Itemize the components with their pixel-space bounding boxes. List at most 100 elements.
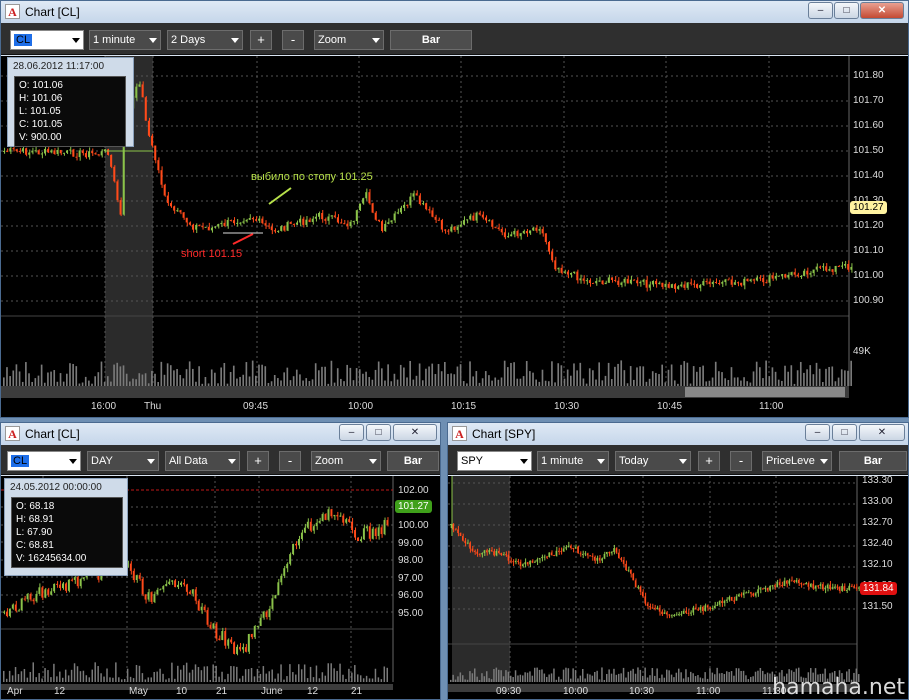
volume-bar <box>43 382 46 386</box>
candle-body <box>566 271 569 275</box>
close-button[interactable]: ✕ <box>860 2 904 19</box>
symbol-select[interactable]: SPY <box>457 451 532 471</box>
maximize-button[interactable]: □ <box>834 2 859 19</box>
range-select[interactable]: All Data <box>165 451 240 471</box>
candle-body <box>680 284 682 287</box>
minimize-button[interactable]: – <box>808 2 833 19</box>
top-title-bar[interactable]: A Chart [CL] – □ ✕ <box>1 1 908 23</box>
range-select[interactable]: Today <box>615 451 691 471</box>
candle-body <box>298 538 300 546</box>
indicator-select[interactable]: PriceLeve <box>762 451 832 471</box>
br-price-chart[interactable] <box>448 476 908 700</box>
volume-bar <box>6 367 8 386</box>
top-chart-canvas[interactable] <box>1 56 908 417</box>
candle-body <box>777 275 780 277</box>
candle-body <box>557 267 560 270</box>
volume-bar <box>56 676 58 682</box>
candle-body <box>207 226 210 231</box>
bar-type-button[interactable]: Bar <box>390 30 472 50</box>
candle-body <box>343 223 345 225</box>
volume-bar <box>490 679 493 682</box>
candle-body <box>667 283 670 288</box>
volume-bar <box>551 361 553 386</box>
volume-bar <box>790 365 793 386</box>
symbol-select[interactable]: CL <box>7 451 81 471</box>
candle-body <box>532 227 534 231</box>
volume-bar <box>185 369 188 386</box>
candle-body <box>550 552 553 556</box>
candle-body <box>637 586 639 588</box>
bar-type-button[interactable]: Bar <box>387 451 439 471</box>
volume-bar <box>505 670 507 682</box>
bl-title-bar[interactable]: A Chart [CL] – □ ✕ <box>1 423 440 445</box>
minimize-button[interactable]: – <box>339 424 364 441</box>
close-button[interactable]: ✕ <box>393 424 437 441</box>
info-datetime: 24.05.2012 00:00:00 <box>10 482 102 493</box>
volume-bar <box>623 370 626 386</box>
candle-body <box>771 585 774 587</box>
candle-body <box>786 580 788 584</box>
volume-bar <box>639 669 642 682</box>
bl-last-price-tag: 101.27 <box>395 500 432 513</box>
maximize-button[interactable]: □ <box>366 424 391 441</box>
zoom-in-button[interactable]: + <box>247 451 269 471</box>
maximize-button[interactable]: □ <box>832 424 857 441</box>
candle-body <box>168 581 170 584</box>
zoom-in-button[interactable]: + <box>698 451 720 471</box>
candle-body <box>153 594 155 602</box>
candle-body <box>764 587 766 589</box>
interval-select[interactable]: 1 minute <box>89 30 161 50</box>
close-button[interactable]: ✕ <box>859 424 905 441</box>
volume-bar <box>194 664 197 682</box>
volume-bar <box>248 376 251 386</box>
volume-bar <box>526 672 529 682</box>
volume-bar <box>381 368 383 386</box>
volume-bar <box>472 376 474 386</box>
volume-bar <box>362 678 365 682</box>
volume-bar <box>318 370 320 386</box>
candle-body <box>746 278 749 282</box>
volume-bar <box>138 373 141 386</box>
zoom-in-button[interactable]: + <box>250 30 272 50</box>
volume-bar <box>828 366 830 386</box>
br-title-bar[interactable]: A Chart [SPY] – □ ✕ <box>448 423 908 445</box>
interval-select[interactable]: DAY <box>87 451 159 471</box>
zoom-out-button[interactable]: - <box>730 451 752 471</box>
volume-bar <box>746 381 749 386</box>
candle-body <box>598 557 601 561</box>
zoom-out-button[interactable]: - <box>279 451 301 471</box>
candle-body <box>512 561 514 563</box>
candle-body <box>752 593 754 596</box>
candle-body <box>822 266 824 268</box>
candle-body <box>50 591 52 595</box>
zoom-select[interactable]: Zoom <box>314 30 384 50</box>
bar-type-button[interactable]: Bar <box>839 451 907 471</box>
volume-bar <box>579 362 582 386</box>
volume-bar <box>560 365 563 386</box>
candle-body <box>188 222 191 225</box>
interval-select[interactable]: 1 minute <box>537 451 609 471</box>
zoom-out-button[interactable]: - <box>282 30 304 50</box>
volume-bar <box>129 381 131 386</box>
volume-bar <box>601 667 603 682</box>
range-select[interactable]: 2 Days <box>167 30 243 50</box>
volume-bar <box>683 361 686 386</box>
candle-body <box>336 514 338 517</box>
candle-body <box>156 589 158 595</box>
zoom-select[interactable]: Zoom <box>311 451 381 471</box>
minimize-button[interactable]: – <box>805 424 830 441</box>
candle-body <box>28 152 30 155</box>
top-price-chart[interactable] <box>1 56 908 417</box>
time-tick-label: 10:00 <box>563 686 589 697</box>
volume-bar <box>289 664 291 682</box>
symbol-select[interactable]: CL <box>10 30 84 50</box>
candle-body <box>745 592 747 594</box>
volume-bar <box>664 382 667 386</box>
candle-body <box>11 604 14 609</box>
volume-bar <box>383 666 386 682</box>
candle-body <box>79 579 82 587</box>
volume-bar <box>566 369 569 386</box>
br-chart-canvas[interactable] <box>448 476 908 700</box>
volume-bar <box>692 366 695 386</box>
candle-body <box>362 198 364 204</box>
